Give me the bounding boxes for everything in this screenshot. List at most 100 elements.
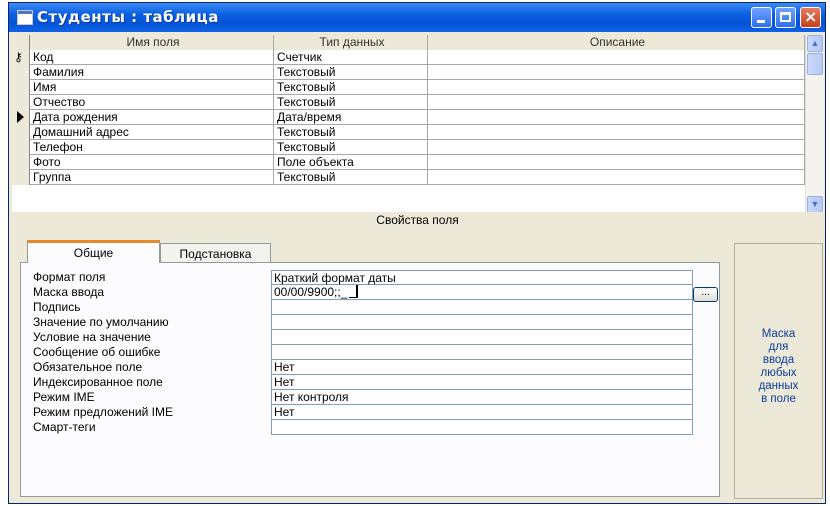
help-line: любых: [760, 367, 797, 379]
close-button[interactable]: ×: [800, 7, 821, 28]
description-cell[interactable]: [428, 50, 805, 65]
help-line: в поле: [761, 393, 796, 405]
help-pane: Маска для ввода любых данных в поле: [734, 243, 823, 499]
data-type-cell[interactable]: Поле объекта: [274, 155, 428, 170]
property-row: Индексированное поле Нет: [21, 375, 721, 390]
field-name-cell[interactable]: Имя: [30, 80, 274, 95]
table-row[interactable]: Фамилия Текстовый: [12, 65, 805, 80]
table-row[interactable]: Группа Текстовый: [12, 170, 805, 185]
row-selector[interactable]: [12, 140, 30, 155]
required-field[interactable]: Нет: [271, 360, 693, 375]
field-name-cell[interactable]: Группа: [30, 170, 274, 185]
property-label: Режим предложений IME: [33, 405, 173, 419]
description-cell[interactable]: [428, 110, 805, 125]
description-cell[interactable]: [428, 80, 805, 95]
grid-vertical-scrollbar[interactable]: ▲ ▼: [805, 35, 824, 213]
current-row-arrow-icon: [17, 111, 24, 123]
header-corner[interactable]: [12, 35, 30, 50]
property-row: Маска ввода 00/00/9900;;_: [21, 285, 721, 300]
field-name-cell[interactable]: Домашний адрес: [30, 125, 274, 140]
field-name-cell[interactable]: Фамилия: [30, 65, 274, 80]
data-type-cell[interactable]: Текстовый: [274, 80, 428, 95]
format-field-input[interactable]: Краткий формат даты: [271, 270, 693, 285]
ime-mode-field[interactable]: Нет контроля: [271, 390, 693, 405]
header-field-name: Имя поля: [30, 35, 274, 50]
table-design-window: Студенты : таблица × Имя поля Тип данных…: [8, 2, 826, 504]
row-selector[interactable]: [12, 170, 30, 185]
minimize-button[interactable]: [751, 7, 772, 28]
description-cell[interactable]: [428, 65, 805, 80]
field-grid: Имя поля Тип данных Описание ⚷ Код Счетч…: [12, 35, 805, 213]
property-label: Формат поля: [33, 270, 106, 284]
input-mask-field[interactable]: 00/00/9900;;_: [271, 285, 693, 300]
field-name-cell[interactable]: Дата рождения: [30, 110, 274, 125]
property-label: Подпись: [33, 300, 81, 314]
row-selector[interactable]: ⚷: [12, 50, 30, 65]
data-type-cell[interactable]: Текстовый: [274, 95, 428, 110]
input-mask-value: 00/00/9900;;_: [274, 285, 348, 299]
header-data-type: Тип данных: [274, 35, 428, 50]
table-row[interactable]: ⚷ Код Счетчик: [12, 50, 805, 65]
data-type-cell[interactable]: Счетчик: [274, 50, 428, 65]
property-row: Сообщение об ошибке: [21, 345, 721, 360]
table-icon: [17, 10, 33, 25]
description-cell[interactable]: [428, 155, 805, 170]
field-name-cell[interactable]: Отчество: [30, 95, 274, 110]
help-line: данных: [758, 380, 799, 392]
description-cell[interactable]: [428, 95, 805, 110]
table-row[interactable]: Имя Текстовый: [12, 80, 805, 95]
row-selector[interactable]: [12, 65, 30, 80]
row-selector[interactable]: [12, 155, 30, 170]
table-row-current[interactable]: Дата рождения Дата/время: [12, 110, 805, 125]
row-selector[interactable]: [12, 80, 30, 95]
caption-field[interactable]: [271, 300, 693, 315]
property-row: Режим предложений IME Нет: [21, 405, 721, 420]
description-cell[interactable]: [428, 125, 805, 140]
window-title: Студенты : таблица: [37, 8, 219, 26]
field-properties-caption: Свойства поля: [12, 212, 823, 228]
property-row: Режим IME Нет контроля: [21, 390, 721, 405]
close-icon: ×: [804, 7, 818, 26]
scroll-thumb[interactable]: [807, 53, 823, 75]
table-row[interactable]: Отчество Текстовый: [12, 95, 805, 110]
primary-key-icon: ⚷: [14, 50, 23, 64]
validation-text-field[interactable]: [271, 345, 693, 360]
default-value-field[interactable]: [271, 315, 693, 330]
field-name-cell[interactable]: Фото: [30, 155, 274, 170]
title-bar[interactable]: Студенты : таблица ×: [9, 3, 825, 32]
description-cell[interactable]: [428, 170, 805, 185]
grid-header: Имя поля Тип данных Описание: [12, 35, 805, 50]
tab-lookup[interactable]: Подстановка: [160, 243, 271, 264]
ime-sentence-mode-field[interactable]: Нет: [271, 405, 693, 420]
help-line: для: [768, 341, 789, 353]
description-cell[interactable]: [428, 140, 805, 155]
maximize-button[interactable]: [775, 7, 796, 28]
property-row: Формат поля Краткий формат даты: [21, 270, 721, 285]
property-label: Индексированное поле: [33, 375, 163, 389]
build-button[interactable]: ...: [693, 287, 718, 302]
data-type-cell[interactable]: Текстовый: [274, 140, 428, 155]
table-row[interactable]: Телефон Текстовый: [12, 140, 805, 155]
table-row[interactable]: Домашний адрес Текстовый: [12, 125, 805, 140]
row-selector[interactable]: [12, 110, 30, 125]
table-row[interactable]: Фото Поле объекта: [12, 155, 805, 170]
tab-general[interactable]: Общие: [27, 240, 160, 263]
data-type-cell[interactable]: Текстовый: [274, 170, 428, 185]
validation-rule-field[interactable]: [271, 330, 693, 345]
field-name-cell[interactable]: Код: [30, 50, 274, 65]
indexed-field[interactable]: Нет: [271, 375, 693, 390]
row-selector[interactable]: [12, 125, 30, 140]
property-row: Значение по умолчанию: [21, 315, 721, 330]
data-type-cell[interactable]: Дата/время: [274, 110, 428, 125]
scroll-up-button[interactable]: ▲: [807, 35, 823, 52]
data-type-cell[interactable]: Текстовый: [274, 65, 428, 80]
smart-tags-field[interactable]: [271, 420, 693, 435]
general-properties-panel: Формат поля Краткий формат даты Маска вв…: [20, 262, 720, 497]
field-name-cell[interactable]: Телефон: [30, 140, 274, 155]
scroll-down-button[interactable]: ▼: [807, 196, 823, 213]
property-row: Условие на значение: [21, 330, 721, 345]
property-label: Маска ввода: [33, 285, 105, 299]
property-row: Подпись: [21, 300, 721, 315]
data-type-cell[interactable]: Текстовый: [274, 125, 428, 140]
row-selector[interactable]: [12, 95, 30, 110]
